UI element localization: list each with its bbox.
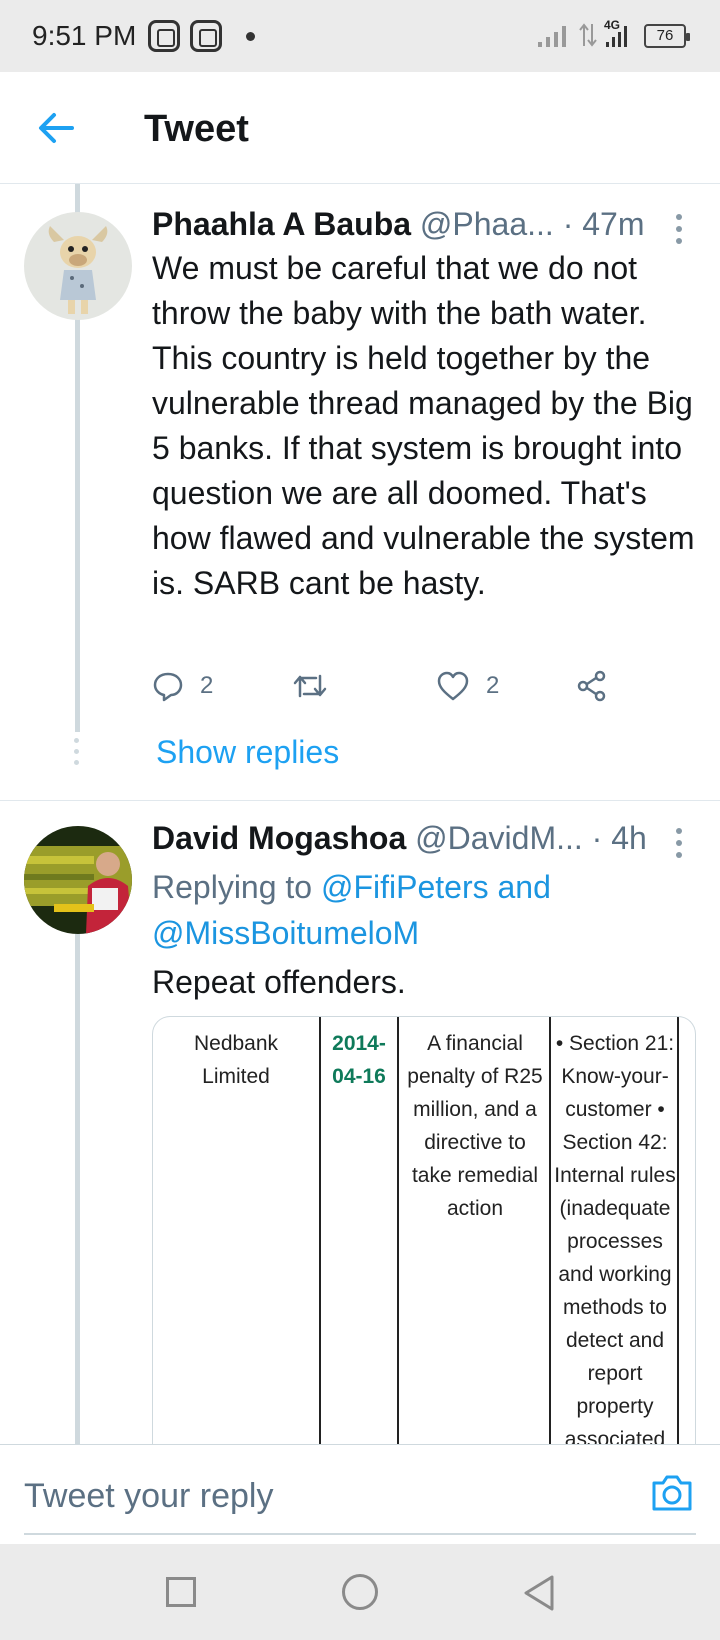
like-count: 2: [486, 672, 500, 699]
tweet-time: · 47m: [562, 206, 645, 242]
mention-link[interactable]: @FifiPeters: [321, 869, 489, 905]
table-cell-line: • Section 21:: [555, 1032, 675, 1055]
author-name[interactable]: David Mogashoa: [152, 820, 406, 856]
table-cell-line: penalty of R25: [407, 1065, 543, 1088]
reply-input[interactable]: Tweet your reply: [24, 1477, 273, 1516]
home-circle-icon[interactable]: [342, 1574, 378, 1610]
status-time: 9:51 PM: [32, 20, 137, 51]
table-cell-line: detect and: [565, 1329, 665, 1352]
tweet-header: David Mogashoa @DavidM... · 4h: [152, 820, 647, 857]
replying-and: and: [488, 869, 551, 905]
show-replies-link[interactable]: Show replies: [156, 734, 339, 771]
table-cell-line: methods to: [563, 1296, 667, 1319]
retweet-button[interactable]: [292, 670, 344, 702]
heart-icon: [437, 671, 469, 701]
table-cell-line: report: [587, 1362, 643, 1385]
system-nav-bar: [0, 1544, 720, 1640]
author-handle[interactable]: @Phaa...: [420, 206, 554, 242]
mention-link[interactable]: @MissBoitumeloM: [152, 915, 419, 951]
table-cell-line: property: [576, 1395, 654, 1418]
camera-icon[interactable]: [650, 1473, 694, 1513]
table-cell-line: Know-your-: [561, 1065, 669, 1088]
tweet-text: We must be careful that we do not throw …: [152, 250, 695, 601]
reply-composer: Tweet your reply: [0, 1444, 720, 1544]
tweet-text: Repeat offenders.: [152, 964, 406, 1000]
top-app-bar: Tweet: [0, 72, 720, 184]
table-cell-line: 04-16: [332, 1065, 386, 1088]
divider: [0, 800, 720, 801]
table-cell-line: million, and a: [413, 1098, 537, 1121]
table-cell-line: take remedial: [411, 1164, 539, 1187]
more-options-icon[interactable]: [676, 214, 684, 244]
share-button[interactable]: [576, 670, 608, 702]
table-cell-line: directive to: [424, 1131, 526, 1154]
table-cell-bank: Nedbank Limited: [153, 1017, 319, 1444]
table-cell-line: associated: [564, 1428, 666, 1444]
back-triangle-icon[interactable]: [522, 1574, 556, 1612]
recents-square-icon[interactable]: [166, 1577, 196, 1607]
reply-count: 2: [200, 672, 214, 699]
table-cell-line: Internal rules: [554, 1164, 676, 1187]
table-cell-line: (inadequate: [559, 1197, 671, 1220]
table-cell-breach: • Section 21: Know-your- customer • Sect…: [551, 1017, 679, 1444]
table-cell-line: action: [446, 1197, 504, 1220]
tweet-actions: 2 2: [152, 670, 632, 710]
signal-icon: [538, 26, 566, 47]
table-cell-line: Section 42:: [562, 1131, 668, 1154]
avatar-image: [24, 826, 132, 934]
author-name[interactable]: Phaahla A Bauba: [152, 206, 411, 242]
avatar[interactable]: [24, 826, 132, 934]
table-cell-line: Nedbank: [193, 1032, 279, 1055]
table-cell-line: customer •: [565, 1098, 665, 1121]
dot-icon: [246, 32, 255, 41]
table-divider: [677, 1017, 679, 1444]
retweet-icon: [293, 674, 327, 698]
share-icon: [577, 670, 606, 702]
reply-button[interactable]: 2: [152, 670, 213, 702]
more-options-icon[interactable]: [676, 828, 684, 858]
table-cell-line: processes: [567, 1230, 663, 1253]
arrow-left-icon[interactable]: [36, 110, 76, 146]
battery-icon: 76: [644, 24, 690, 48]
data-arrows-icon: [579, 23, 597, 47]
avatar[interactable]: [24, 212, 132, 320]
table-cell-date: 2014- 04-16: [321, 1017, 397, 1444]
like-button[interactable]: 2: [436, 670, 499, 702]
tweet-time: · 4h: [591, 820, 647, 856]
reply-input-underline: [24, 1533, 696, 1535]
app-notification-icon: [190, 20, 222, 52]
replying-to: Replying to @FifiPeters and @MissBoitume…: [152, 864, 702, 956]
table-cell-line: Limited: [202, 1065, 270, 1088]
reply-icon: [153, 672, 183, 702]
page-title: Tweet: [144, 108, 249, 150]
table-cell-sanction: A financial penalty of R25 million, and …: [399, 1017, 551, 1444]
avatar-image: [24, 212, 132, 320]
replying-prefix: Replying to: [152, 869, 321, 905]
app-notification-icon: [148, 20, 180, 52]
table-cell-line: 2014-: [332, 1032, 386, 1055]
tweet-media-image[interactable]: Nedbank Limited 2014- 04-16 A financial …: [152, 1016, 696, 1444]
thread-dots: [74, 738, 80, 768]
status-bar: 9:51 PM 4G 76: [0, 0, 720, 72]
battery-level: 76: [656, 27, 674, 44]
table-cell-line: A financial: [427, 1032, 523, 1055]
signal-4g-icon: [606, 26, 627, 47]
tweet-header: Phaahla A Bauba @Phaa... · 47m: [152, 206, 645, 243]
thread-line: [75, 934, 80, 1444]
author-handle[interactable]: @DavidM...: [415, 820, 583, 856]
table-cell-line: and working: [558, 1263, 672, 1286]
